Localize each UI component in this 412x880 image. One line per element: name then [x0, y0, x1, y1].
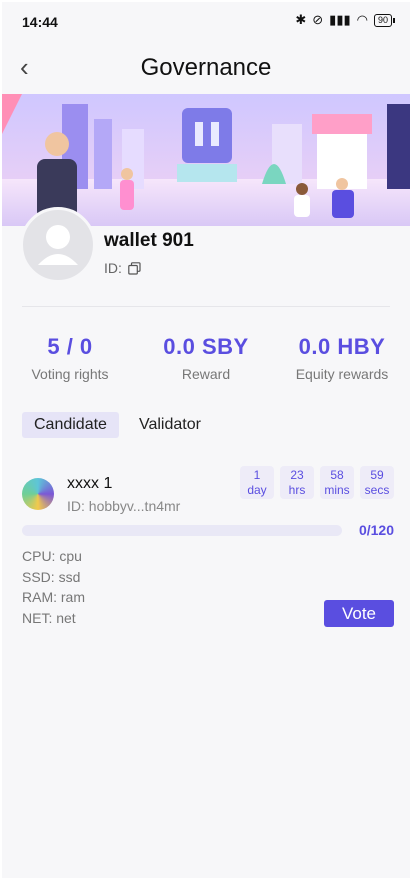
wifi-icon: ◠ — [356, 12, 368, 27]
candidate-specs: CPU: cpu SSD: ssd RAM: ram NET: net — [22, 546, 85, 628]
status-time: 14:44 — [22, 14, 58, 30]
candidate-name: xxxx 1 — [67, 475, 113, 492]
countdown-value: 1 — [253, 468, 261, 482]
countdown-value: 58 — [330, 468, 344, 482]
stat-equity-rewards: 0.0 HBY Equity rewards — [274, 334, 410, 382]
top-nav: ‹ Governance — [2, 42, 410, 94]
mute-icon: ⊘ — [312, 12, 324, 27]
stat-label: Equity rewards — [295, 366, 389, 382]
countdown-value: 59 — [370, 468, 384, 482]
countdown-unit: secs — [364, 483, 390, 497]
tab-bar: Candidate Validator — [22, 412, 213, 438]
countdown-days: 1 day — [240, 466, 274, 499]
signal-icon: ▮▮▮ — [329, 12, 351, 27]
countdown-unit: mins — [324, 483, 350, 497]
spec-ssd: SSD: ssd — [22, 568, 81, 585]
wallet-id: ID: — [104, 260, 141, 276]
bluetooth-icon: ✱ — [295, 12, 307, 27]
countdown-unit: hrs — [288, 483, 306, 497]
status-bar: 14:44 ✱ ⊘ ▮▮▮ ◠ 90 — [2, 2, 410, 42]
countdown-value: 23 — [290, 468, 304, 482]
spec-cpu: CPU: cpu — [22, 548, 82, 564]
stat-voting-rights: 5 / 0 Voting rights — [2, 334, 138, 382]
countdown: 1 day 23 hrs 58 mins 59 secs — [240, 466, 394, 499]
battery-icon: 90 — [373, 13, 396, 27]
countdown-unit: day — [247, 483, 267, 497]
divider — [22, 306, 390, 307]
spec-ram: RAM: ram — [22, 589, 85, 605]
stat-value: 0.0 SBY — [163, 334, 249, 359]
countdown-hours: 23 hrs — [280, 466, 314, 499]
banner-image — [2, 94, 410, 226]
stat-value: 5 / 0 — [47, 334, 93, 359]
vote-button[interactable]: Vote — [324, 600, 394, 627]
wallet-id-label: ID: — [104, 260, 122, 276]
vote-count: 0/120 — [358, 522, 394, 538]
banner-illustration — [2, 94, 410, 226]
tab-validator[interactable]: Validator — [127, 412, 213, 438]
vote-progress-bar — [22, 525, 342, 536]
tab-candidate[interactable]: Candidate — [22, 412, 119, 438]
spec-net: NET: net — [22, 609, 76, 626]
user-icon — [38, 225, 78, 265]
wallet-name: wallet 901 — [104, 230, 194, 251]
stat-label: Voting rights — [31, 366, 109, 382]
page-title: Governance — [140, 54, 272, 81]
status-icons: ✱ ⊘ ▮▮▮ ◠ 90 — [295, 12, 396, 28]
countdown-minutes: 58 mins — [320, 466, 354, 499]
avatar[interactable] — [20, 207, 96, 283]
stat-reward: 0.0 SBY Reward — [138, 334, 274, 382]
app-frame: 14:44 ✱ ⊘ ▮▮▮ ◠ 90 ‹ Governance wallet 9… — [2, 2, 410, 878]
countdown-seconds: 59 secs — [360, 466, 394, 499]
stat-value: 0.0 HBY — [298, 334, 386, 359]
stat-label: Reward — [181, 366, 231, 382]
stats-row: 5 / 0 Voting rights 0.0 SBY Reward 0.0 H… — [2, 334, 410, 382]
candidate-logo — [22, 478, 54, 510]
candidate-id: ID: hobbyv...tn4mr — [67, 498, 181, 514]
copy-icon[interactable] — [128, 261, 141, 275]
